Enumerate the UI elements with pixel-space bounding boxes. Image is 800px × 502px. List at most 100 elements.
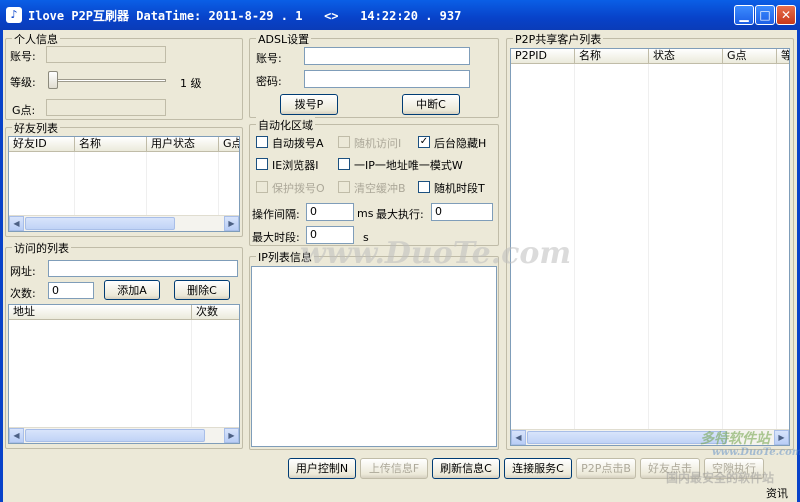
count-label: 次数: [10,287,36,300]
column-header[interactable]: 名称 [575,49,649,64]
column-header[interactable]: P2PID [511,49,575,64]
p2p-list-header: P2PID 名称 状态 G点 等 [511,49,789,64]
scroll-right-icon[interactable]: ▶ [224,216,239,231]
friends-legend: 好友列表 [12,120,60,136]
protect-dial-label: 保护拨号O [272,182,325,195]
scroll-right-icon[interactable]: ▶ [224,428,239,443]
column-grid [9,320,192,443]
level-slider-thumb[interactable] [48,71,58,89]
column-grid [511,64,575,445]
friends-list-header: 好友ID 名称 用户状态 G点 [9,137,239,152]
level-value: 1 级 [180,77,202,90]
account-field[interactable] [46,46,166,63]
random-visit-label: 随机访问I [354,137,402,150]
count-input[interactable]: 0 [48,282,94,299]
column-header[interactable]: 等 [777,49,789,64]
auto-dial-checkbox[interactable] [256,136,268,148]
refresh-info-button[interactable]: 刷新信息C [432,458,500,479]
ie-browser-label: IE浏览器I [272,159,319,172]
ip-list-box[interactable] [251,266,497,447]
scroll-thumb[interactable] [527,431,727,444]
g-points-field[interactable] [46,99,166,116]
app-icon: ♪ [6,7,22,23]
info-status-label: 资讯 [766,487,788,500]
user-control-button[interactable]: 用户控制N [288,458,356,479]
upload-info-button[interactable]: 上传信息F [360,458,428,479]
column-grid [575,64,649,445]
dial-button[interactable]: 拨号P [280,94,338,115]
random-visit-checkbox[interactable] [338,136,350,148]
horizontal-scrollbar[interactable]: ◀ ▶ [9,427,239,443]
automation-legend: 自动化区域 [256,117,315,133]
maximize-button[interactable]: □ [755,5,775,25]
scroll-right-icon[interactable]: ▶ [774,430,789,445]
max-period-label: 最大时段: [252,231,300,244]
protect-dial-checkbox[interactable] [256,181,268,193]
visited-legend: 访问的列表 [12,240,71,256]
horizontal-scrollbar[interactable]: ◀ ▶ [9,215,239,231]
one-ip-mode-label: 一IP一地址唯一模式W [354,159,463,172]
scroll-left-icon[interactable]: ◀ [511,430,526,445]
interval-unit: ms [357,207,374,220]
column-grid [723,64,777,445]
ie-browser-checkbox[interactable] [256,158,268,170]
level-label: 等级: [10,76,36,89]
max-exec-input[interactable]: 0 [431,203,493,221]
column-header[interactable]: G点 [723,49,777,64]
max-period-unit: s [363,231,369,244]
clear-cache-checkbox[interactable] [338,181,350,193]
auto-dial-label: 自动拨号A [272,137,324,150]
minimize-button[interactable]: ▁ [734,5,754,25]
level-slider-track [48,79,166,82]
column-header[interactable]: 用户状态 [147,137,219,152]
adsl-password-input[interactable] [304,70,470,88]
background-hide-checkbox[interactable]: ✓ [418,136,430,148]
interval-input[interactable]: 0 [306,203,354,221]
disconnect-button[interactable]: 中断C [402,94,460,115]
title-bar[interactable]: ♪ Ilove P2P互刷器 DataTime: 2011-8-29 . 1 <… [0,0,800,30]
max-period-input[interactable]: 0 [306,226,354,244]
scroll-thumb[interactable] [25,217,175,230]
column-header[interactable]: G点 [219,137,239,152]
max-exec-label: 最大执行: [376,208,424,221]
interval-label: 操作间隔: [252,208,300,221]
personal-info-legend: 个人信息 [12,31,60,47]
random-period-checkbox[interactable] [418,181,430,193]
one-ip-mode-checkbox[interactable] [338,158,350,170]
account-label: 账号: [10,50,36,63]
column-header[interactable]: 好友ID [9,137,75,152]
p2p-legend: P2P共享客户列表 [513,31,604,47]
idle-exec-button[interactable]: 空隙执行 [704,458,764,479]
background-hide-label: 后台隐藏H [434,137,487,150]
window-title: Ilove P2P互刷器 DataTime: 2011-8-29 . 1 <> … [28,9,462,23]
connect-service-button[interactable]: 连接服务C [504,458,572,479]
clear-cache-label: 清空缓冲B [354,182,406,195]
ip-list-legend: IP列表信息 [256,249,314,265]
column-header[interactable]: 次数 [192,305,239,320]
column-grid [649,64,723,445]
p2p-list[interactable]: P2PID 名称 状态 G点 等 ◀ ▶ [510,48,790,446]
adsl-account-input[interactable] [304,47,470,65]
column-header[interactable]: 名称 [75,137,147,152]
p2p-click-button[interactable]: P2P点击B [576,458,636,479]
url-label: 网址: [10,265,36,278]
add-button[interactable]: 添加A [104,280,160,300]
visited-list-header: 地址 次数 [9,305,239,320]
close-button[interactable]: ✕ [776,5,796,25]
column-header[interactable]: 地址 [9,305,192,320]
scroll-left-icon[interactable]: ◀ [9,216,24,231]
column-header[interactable]: 状态 [649,49,723,64]
adsl-password-label: 密码: [256,75,282,88]
url-input[interactable] [48,260,238,277]
random-period-label: 随机时段T [434,182,485,195]
scroll-left-icon[interactable]: ◀ [9,428,24,443]
delete-button[interactable]: 删除C [174,280,230,300]
g-points-label: G点: [12,104,36,117]
adsl-account-label: 账号: [256,52,282,65]
adsl-legend: ADSL设置 [256,31,312,47]
friends-list[interactable]: 好友ID 名称 用户状态 G点 ◀ ▶ [8,136,240,232]
visited-list[interactable]: 地址 次数 ◀ ▶ [8,304,240,444]
friend-click-button[interactable]: 好友点击 [640,458,700,479]
horizontal-scrollbar[interactable]: ◀ ▶ [511,429,789,445]
scroll-thumb[interactable] [25,429,205,442]
